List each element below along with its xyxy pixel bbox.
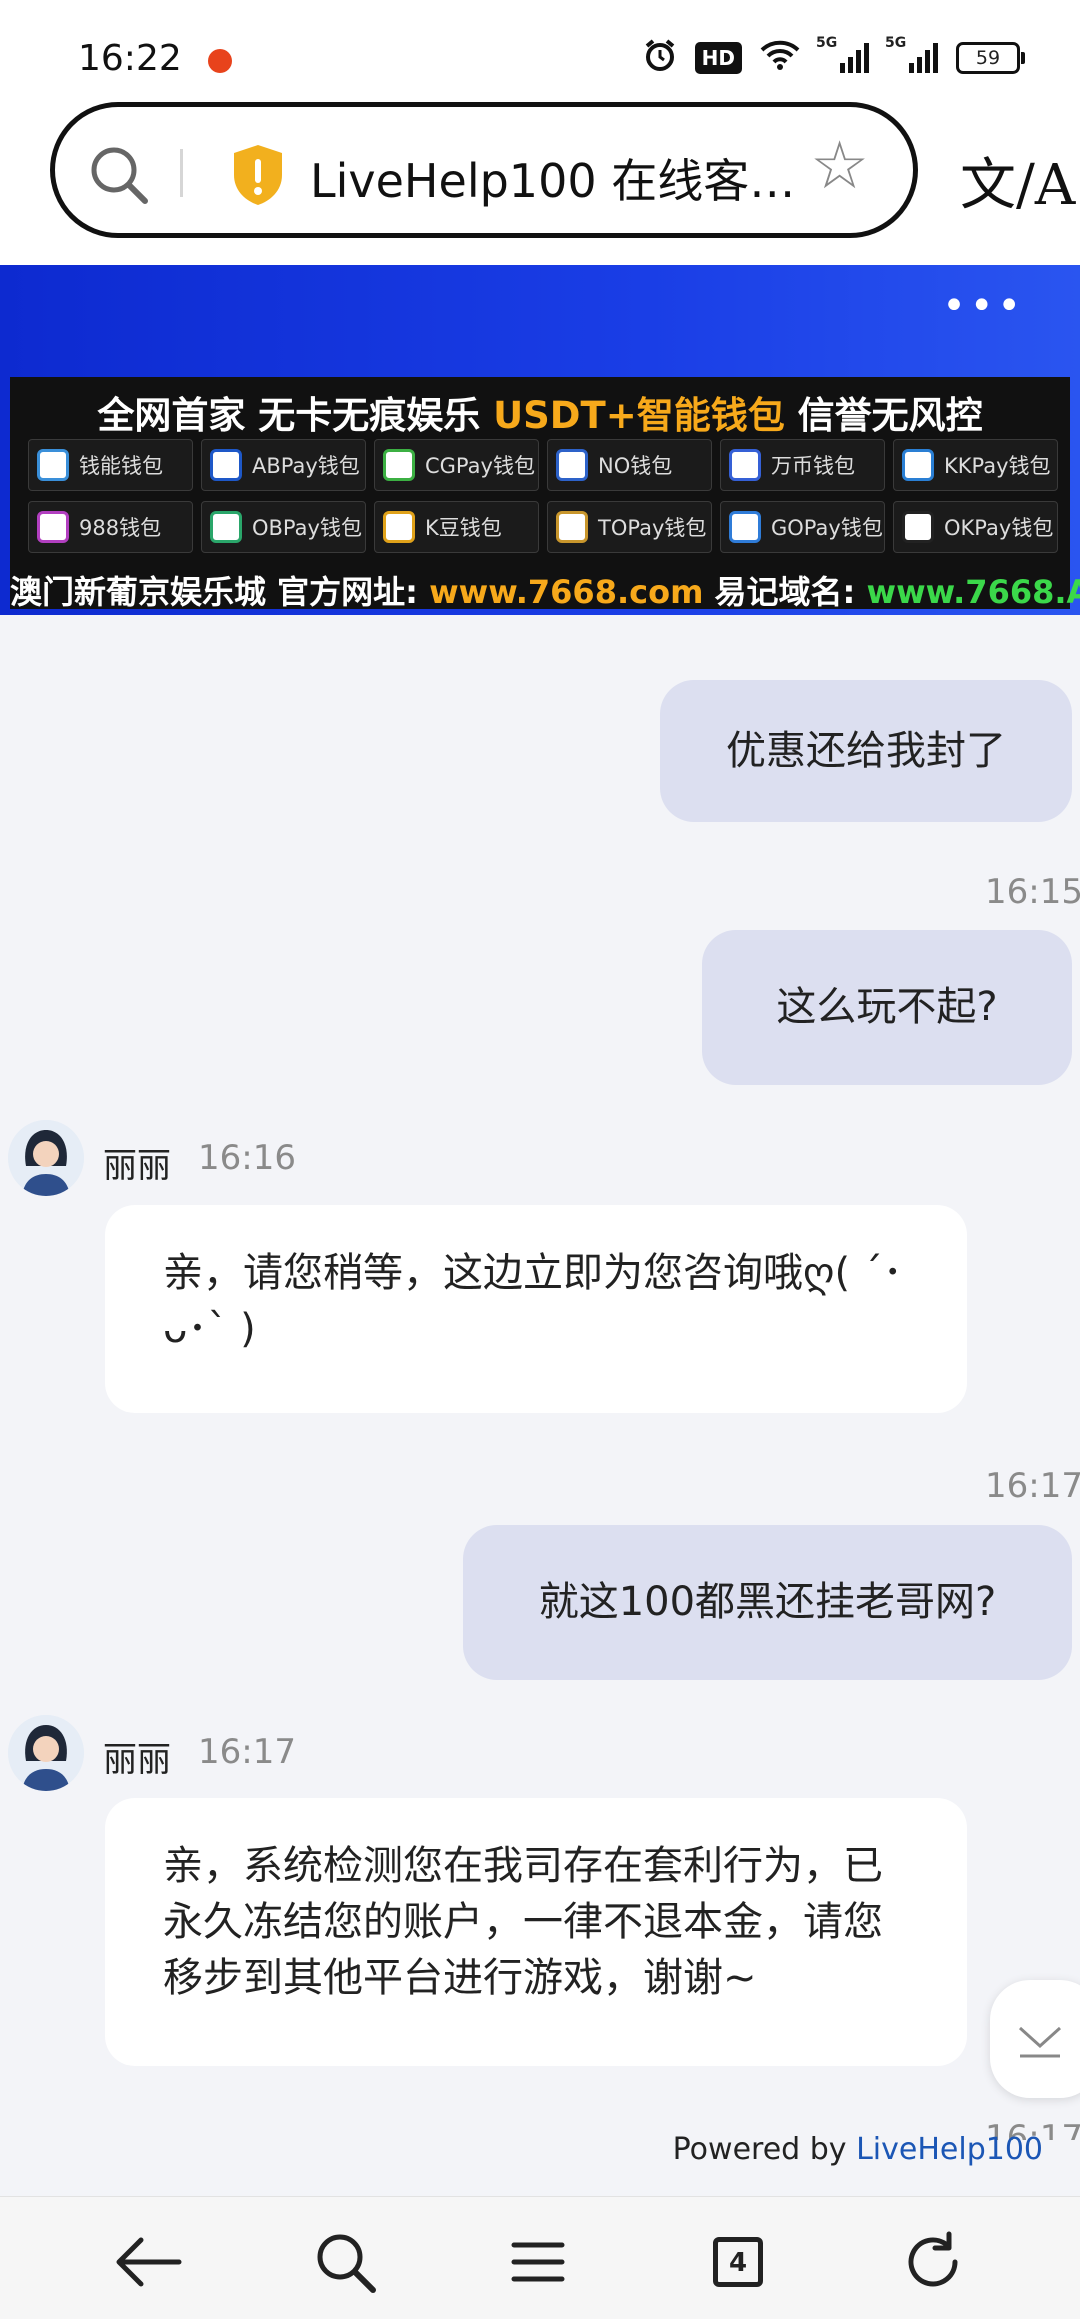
status-time: 16:22 xyxy=(78,38,182,79)
ad-headline: 全网首家 无卡无痕娱乐 USDT+智能钱包 信誉无风控 xyxy=(10,385,1070,439)
wallet-name: NO钱包 xyxy=(598,450,672,480)
wallet-item[interactable]: CGPay钱包 xyxy=(374,439,539,491)
wallet-item[interactable]: 万币钱包 xyxy=(720,439,885,491)
message-time: 16:16 xyxy=(198,1138,296,1178)
message-time: 16:15 xyxy=(985,872,1080,912)
site-banner: ••• 全网首家 无卡无痕娱乐 USDT+智能钱包 信誉无风控 钱能钱包 ABPa… xyxy=(0,265,1080,615)
alarm-icon xyxy=(643,38,677,78)
shield-warning-icon[interactable] xyxy=(230,143,286,211)
ad-headline-pre: 全网首家 无卡无痕娱乐 xyxy=(97,394,493,437)
user-message: 就这100都黑还挂老哥网? xyxy=(463,1525,1072,1680)
tabs-icon: 4 xyxy=(713,2237,763,2287)
wallet-name: TOPay钱包 xyxy=(598,512,706,542)
kkpay-icon xyxy=(902,449,934,481)
powered-by: Powered by LiveHelp100 xyxy=(673,2132,1043,2167)
qianneng-icon xyxy=(37,449,69,481)
topay-icon xyxy=(556,511,588,543)
livehelp-link[interactable]: LiveHelp100 xyxy=(856,2132,1043,2167)
menu-icon xyxy=(510,2237,566,2287)
chevron-down-icon xyxy=(1010,2010,1070,2070)
agent-name: 丽丽 xyxy=(103,1138,171,1187)
ad-footer: 澳门新葡京娱乐城 官方网址: www.7668.com 易记域名: www.76… xyxy=(10,567,1070,613)
back-button[interactable] xyxy=(103,2217,193,2307)
wifi-icon xyxy=(760,39,800,77)
abpay-icon xyxy=(210,449,242,481)
wallet-name: ABPay钱包 xyxy=(252,450,360,480)
battery-icon: 59 xyxy=(956,42,1020,74)
ad-official-url[interactable]: www.7668.com xyxy=(429,573,703,611)
wallet-name: OBPay钱包 xyxy=(252,512,362,542)
network-label: 5G xyxy=(816,35,837,51)
wallet-item[interactable]: NO钱包 xyxy=(547,439,712,491)
search-icon[interactable] xyxy=(87,143,151,211)
advertisement[interactable]: 全网首家 无卡无痕娱乐 USDT+智能钱包 信誉无风控 钱能钱包 ABPay钱包 C… xyxy=(10,377,1070,609)
scroll-to-bottom-button[interactable] xyxy=(990,1980,1080,2098)
agent-message: 亲，系统检测您在我司存在套利行为，已永久冻结您的账户，一律不退本金，请您移步到其… xyxy=(105,1798,967,2066)
user-message: 这么玩不起? xyxy=(702,930,1072,1085)
address-bar[interactable]: LiveHelp100 在线客… ☆ xyxy=(50,102,918,238)
refresh-icon xyxy=(901,2230,965,2294)
wallet-name: OKPay钱包 xyxy=(944,512,1053,542)
ad-footer-pre: 澳门新葡京娱乐城 官方网址: xyxy=(10,573,429,611)
wallet-name: CGPay钱包 xyxy=(425,450,535,480)
ad-easy-domain[interactable]: www.7668.AM xyxy=(867,573,1080,611)
star-icon[interactable]: ☆ xyxy=(810,133,869,199)
no-wallet-icon xyxy=(556,449,588,481)
ad-headline-highlight: USDT+智能钱包 xyxy=(493,394,785,437)
agent-avatar xyxy=(8,1120,84,1196)
wallet-item[interactable]: GOPay钱包 xyxy=(720,501,885,553)
gopay-icon xyxy=(729,511,761,543)
wanbi-icon xyxy=(729,449,761,481)
agent-avatar xyxy=(8,1715,84,1791)
wallet-item[interactable]: ABPay钱包 xyxy=(201,439,366,491)
divider xyxy=(180,149,183,197)
page-title[interactable]: LiveHelp100 在线客… xyxy=(310,145,795,211)
browser-bottom-nav: 4 xyxy=(0,2196,1080,2319)
wallet-item[interactable]: 钱能钱包 xyxy=(28,439,193,491)
wallet-name: K豆钱包 xyxy=(425,512,502,542)
wallet-name: 万币钱包 xyxy=(771,450,855,480)
wallet-item[interactable]: 988钱包 xyxy=(28,501,193,553)
wallet-item[interactable]: TOPay钱包 xyxy=(547,501,712,553)
translate-icon[interactable]: 文/A xyxy=(960,140,1075,221)
agent-name: 丽丽 xyxy=(103,1732,171,1781)
back-arrow-icon xyxy=(113,2232,183,2292)
agent-message: 亲，请您稍等，这边立即为您咨询哦ღ( ´･ᴗ･` ) xyxy=(105,1205,967,1413)
wallet-item[interactable]: K豆钱包 xyxy=(374,501,539,553)
more-options-icon[interactable]: ••• xyxy=(942,283,1025,329)
wallet-item[interactable]: OBPay钱包 xyxy=(201,501,366,553)
wallet-item[interactable]: KKPay钱包 xyxy=(893,439,1058,491)
wallet-item[interactable]: OKPay钱包 xyxy=(893,501,1058,553)
message-time: 16:17 xyxy=(985,1466,1080,1506)
search-button[interactable] xyxy=(300,2217,390,2307)
app-notification-icon xyxy=(208,49,232,73)
988-icon xyxy=(37,511,69,543)
signal-5g-icon: 5G xyxy=(818,43,869,73)
powered-prefix: Powered by xyxy=(673,2132,856,2167)
menu-button[interactable] xyxy=(493,2217,583,2307)
wallet-name: 钱能钱包 xyxy=(79,450,163,480)
message-time: 16:17 xyxy=(198,1732,296,1772)
signal-5g-icon-2: 5G xyxy=(887,43,938,73)
ad-footer-mid: 易记域名: xyxy=(703,573,866,611)
status-bar: 16:22 HD 5G 5G 59 xyxy=(0,0,1080,100)
kdou-icon xyxy=(383,511,415,543)
hd-icon: HD xyxy=(695,42,742,74)
network-label-2: 5G xyxy=(885,35,906,51)
cgpay-icon xyxy=(383,449,415,481)
wallet-name: GOPay钱包 xyxy=(771,512,883,542)
okpay-icon xyxy=(902,511,934,543)
tabs-button[interactable]: 4 xyxy=(693,2217,783,2307)
obpay-icon xyxy=(210,511,242,543)
ad-headline-post: 信誉无风控 xyxy=(785,394,983,437)
user-message: 优惠还给我封了 xyxy=(660,680,1072,822)
wallet-name: KKPay钱包 xyxy=(944,450,1051,480)
browser-toolbar: LiveHelp100 在线客… ☆ 文/A xyxy=(0,100,1080,265)
wallet-grid: 钱能钱包 ABPay钱包 CGPay钱包 NO钱包 万币钱包 KKPay钱包 988钱包 OB… xyxy=(28,439,1058,553)
refresh-button[interactable] xyxy=(888,2217,978,2307)
status-icons: HD 5G 5G 59 xyxy=(643,38,1020,78)
wallet-name: 988钱包 xyxy=(79,512,161,542)
search-icon xyxy=(312,2229,378,2295)
